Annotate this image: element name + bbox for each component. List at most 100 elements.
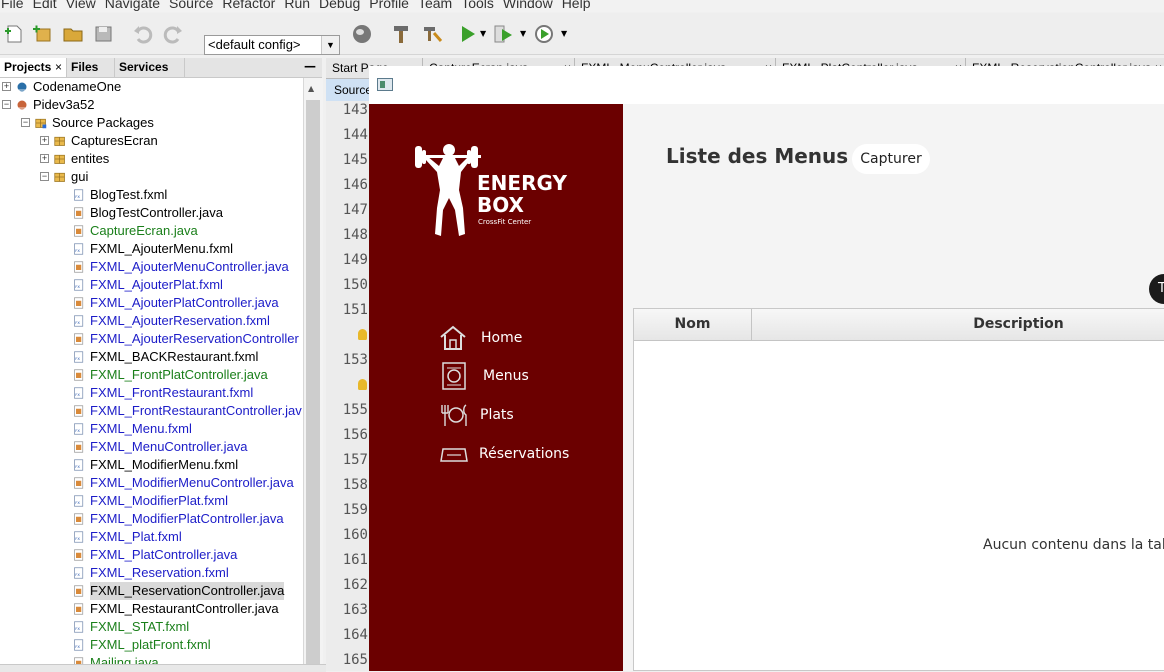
tree-item[interactable]: FX FXML_ModifierMenu.fxml bbox=[0, 456, 303, 474]
app-window-titlebar[interactable] bbox=[369, 66, 1164, 105]
tree-item[interactable]: + CodenameOne bbox=[0, 78, 303, 96]
tree-item[interactable]: FX FXML_AjouterMenu.fxml bbox=[0, 240, 303, 258]
tree-item[interactable]: − Source Packages bbox=[0, 114, 303, 132]
tree-item[interactable]: FX FXML_FrontRestaurant.fxml bbox=[0, 384, 303, 402]
tree-item[interactable]: + entites bbox=[0, 150, 303, 168]
tree-item[interactable]: FXML_AjouterReservationController bbox=[0, 330, 303, 348]
menu-source[interactable]: Source bbox=[166, 0, 221, 12]
line-number-gutter: 143 144 145 146 147 148 149 150 151 153 155 156 157 1… bbox=[326, 101, 371, 671]
config-select[interactable]: <default config> ▼ bbox=[204, 35, 340, 55]
tree-item[interactable]: FXML_ModifierPlatController.java bbox=[0, 510, 303, 528]
tree-item[interactable]: FX FXML_platFront.fxml bbox=[0, 636, 303, 654]
redo-icon[interactable] bbox=[162, 23, 184, 45]
chevron-down-icon[interactable]: ▼ bbox=[321, 36, 339, 54]
column-header-nom[interactable]: Nom bbox=[634, 309, 752, 340]
tab-services[interactable]: Services bbox=[115, 58, 185, 77]
tree-item-label: FXML_BACKRestaurant.fxml bbox=[90, 349, 259, 364]
menu-window[interactable]: Window bbox=[500, 0, 561, 12]
tree-item-label: FXML_Reservation.fxml bbox=[90, 565, 229, 580]
java-file-icon bbox=[74, 441, 84, 453]
tree-item[interactable]: CaptureEcran.java bbox=[0, 222, 303, 240]
tree-item[interactable]: FX FXML_BACKRestaurant.fxml bbox=[0, 348, 303, 366]
nav-label: Home bbox=[481, 330, 523, 346]
save-all-icon[interactable] bbox=[93, 23, 115, 45]
menu-file[interactable]: File bbox=[0, 0, 32, 12]
minimize-icon[interactable]: — bbox=[304, 58, 316, 75]
menus-table[interactable]: Nom Description Aucun contenu dans la ta… bbox=[633, 308, 1164, 671]
clean-build-icon[interactable] bbox=[421, 23, 443, 45]
tree-item[interactable]: FX FXML_AjouterReservation.fxml bbox=[0, 312, 303, 330]
tab-files[interactable]: Files bbox=[67, 58, 115, 77]
tree-item[interactable]: FX FXML_ModifierPlat.fxml bbox=[0, 492, 303, 510]
collapse-icon[interactable]: − bbox=[2, 100, 11, 109]
column-header-description[interactable]: Description bbox=[752, 309, 1164, 340]
tree-item[interactable]: FXML_AjouterMenuController.java bbox=[0, 258, 303, 276]
hint-bulb-icon[interactable] bbox=[358, 379, 367, 390]
tree-item[interactable]: FXML_PlatController.java bbox=[0, 546, 303, 564]
hint-bulb-icon[interactable] bbox=[358, 329, 367, 340]
menu-refactor[interactable]: Refactor bbox=[219, 0, 283, 12]
tree-item[interactable]: − Pidev3a52 bbox=[0, 96, 303, 114]
tree-item[interactable]: FX BlogTest.fxml bbox=[0, 186, 303, 204]
tree-item-label: FXML_platFront.fxml bbox=[90, 637, 211, 652]
tree-item[interactable]: FX FXML_Menu.fxml bbox=[0, 420, 303, 438]
menu-help[interactable]: Help bbox=[559, 0, 599, 12]
profile-icon[interactable] bbox=[533, 23, 555, 45]
close-icon[interactable]: × bbox=[55, 58, 62, 77]
round-action-button[interactable]: T bbox=[1149, 274, 1164, 304]
tree-scrollbar[interactable]: ▲ bbox=[303, 78, 323, 671]
tab-projects[interactable]: Projects × bbox=[0, 58, 67, 77]
tree-item[interactable]: + CapturesEcran bbox=[0, 132, 303, 150]
open-project-icon[interactable] bbox=[62, 23, 84, 45]
menu-view[interactable]: View bbox=[63, 0, 104, 12]
hammer-icon[interactable] bbox=[390, 23, 412, 45]
expand-icon[interactable]: + bbox=[2, 82, 11, 91]
tree-item[interactable]: FX FXML_AjouterPlat.fxml bbox=[0, 276, 303, 294]
tree-item[interactable]: FX FXML_Plat.fxml bbox=[0, 528, 303, 546]
tree-item[interactable]: BlogTestController.java bbox=[0, 204, 303, 222]
new-file-icon[interactable] bbox=[3, 23, 25, 45]
chevron-down-icon[interactable]: ▼ bbox=[561, 29, 567, 38]
tree-item-label: FXML_ReservationController.java bbox=[90, 582, 285, 600]
tree-item[interactable]: FXML_ReservationController.java bbox=[0, 582, 303, 600]
menu-profile[interactable]: Profile bbox=[366, 0, 417, 12]
fxml-file-icon: FX bbox=[74, 639, 84, 651]
debug-icon[interactable] bbox=[492, 23, 514, 45]
tree-item[interactable]: FXML_MenuController.java bbox=[0, 438, 303, 456]
expand-icon[interactable]: + bbox=[40, 136, 49, 145]
new-project-icon[interactable] bbox=[31, 23, 53, 45]
app-sidebar: ENERGY BOX CrossFit Center Home Menus Pl… bbox=[369, 104, 623, 671]
menu-run[interactable]: Run bbox=[281, 0, 318, 12]
menu-edit[interactable]: Edit bbox=[30, 0, 65, 12]
line-number: 164 bbox=[342, 627, 368, 643]
expand-icon[interactable]: + bbox=[40, 154, 49, 163]
capture-button[interactable]: Capturer bbox=[852, 144, 930, 174]
collapse-icon[interactable]: − bbox=[40, 172, 49, 181]
tree-item[interactable]: FXML_ModifierMenuController.java bbox=[0, 474, 303, 492]
tree-item-label: FXML_FrontRestaurant.fxml bbox=[90, 385, 254, 400]
menu-navigate[interactable]: Navigate bbox=[102, 0, 168, 12]
chevron-down-icon[interactable]: ▼ bbox=[520, 29, 526, 38]
undo-icon[interactable] bbox=[132, 23, 154, 45]
scroll-up-icon[interactable]: ▲ bbox=[308, 84, 314, 93]
run-icon[interactable] bbox=[457, 23, 479, 45]
collapse-icon[interactable]: − bbox=[21, 118, 30, 127]
tree-item-label: entites bbox=[71, 151, 110, 166]
tree-item[interactable]: FXML_RestaurantController.java bbox=[0, 600, 303, 618]
menu-team[interactable]: Team bbox=[415, 0, 460, 12]
menu-debug[interactable]: Debug bbox=[316, 0, 368, 12]
tree-item[interactable]: FX FXML_Reservation.fxml bbox=[0, 564, 303, 582]
project-icon bbox=[17, 100, 27, 110]
tree-item[interactable]: − gui bbox=[0, 168, 303, 186]
scrollbar-thumb[interactable] bbox=[306, 100, 320, 670]
line-number: 153 bbox=[342, 352, 368, 368]
chevron-down-icon[interactable]: ▼ bbox=[480, 29, 486, 38]
tree-item[interactable]: FXML_FrontRestaurantController.jav bbox=[0, 402, 303, 420]
tree-item[interactable]: FX FXML_STAT.fxml bbox=[0, 618, 303, 636]
tree-item[interactable]: FXML_FrontPlatController.java bbox=[0, 366, 303, 384]
fxml-file-icon: FX bbox=[74, 387, 84, 399]
tab-source[interactable]: Source bbox=[326, 79, 372, 101]
tree-item[interactable]: FXML_AjouterPlatController.java bbox=[0, 294, 303, 312]
globe-icon[interactable] bbox=[351, 23, 373, 45]
menu-tools[interactable]: Tools bbox=[458, 0, 502, 12]
